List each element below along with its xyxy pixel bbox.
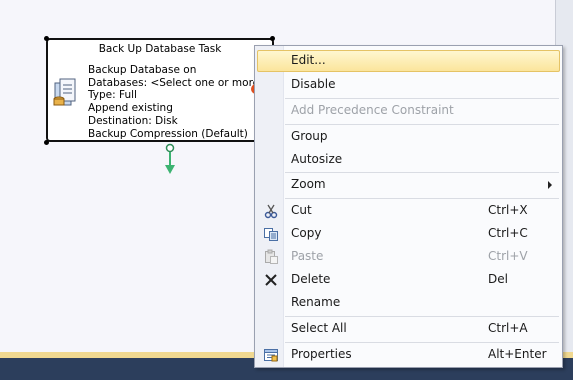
task-line: Append existing <box>88 102 173 115</box>
resize-handle-top-left[interactable] <box>44 36 49 41</box>
menu-separator <box>285 342 559 343</box>
task-line: Type: Full <box>88 89 137 102</box>
menu-item-label: Copy <box>291 226 322 240</box>
paste-icon <box>265 249 278 264</box>
menu-item-edit[interactable]: Edit... <box>257 50 560 72</box>
menu-item-shortcut: Del <box>488 272 508 286</box>
menu-item-label: Cut <box>291 203 312 217</box>
task-line: Backup Compression (Default) <box>88 127 248 140</box>
backup-task-icon <box>53 78 76 106</box>
menu-item-shortcut: Ctrl+X <box>488 203 528 217</box>
menu-item-label: Add Precedence Constraint <box>291 103 454 117</box>
submenu-arrow-icon <box>548 181 552 189</box>
menu-item-zoom[interactable]: Zoom <box>257 174 560 196</box>
task-title: Back Up Database Task <box>98 43 222 55</box>
scissors-icon <box>264 204 278 219</box>
context-menu: Edit... Disable Add Precedence Constrain… <box>254 45 563 368</box>
delete-x-icon <box>265 274 277 286</box>
task-line: Databases: <Select one or more> <box>88 76 268 89</box>
menu-item-label: Delete <box>291 272 331 286</box>
menu-item-label: Group <box>291 129 328 143</box>
menu-item-label: Autosize <box>291 152 343 166</box>
resize-handle-top-right[interactable] <box>270 36 275 41</box>
copy-icon <box>264 228 278 241</box>
menu-item-shortcut: Ctrl+A <box>488 321 528 335</box>
menu-item-label: Disable <box>291 77 336 91</box>
menu-item-shortcut: Ctrl+V <box>488 249 528 263</box>
menu-separator <box>285 316 559 317</box>
menu-item-select-all[interactable]: Select All Ctrl+A <box>257 318 560 340</box>
task-line: Destination: Disk <box>88 114 178 127</box>
menu-item-label: Rename <box>291 295 341 309</box>
task-line: Backup Database on <box>88 64 197 76</box>
menu-item-autosize[interactable]: Autosize <box>257 149 560 171</box>
menu-item-rename[interactable]: Rename <box>257 292 560 314</box>
resize-handle-bottom-left[interactable] <box>44 140 49 145</box>
properties-icon <box>264 349 278 362</box>
menu-item-add-precedence-constraint[interactable]: Add Precedence Constraint <box>257 100 560 122</box>
menu-item-disable[interactable]: Disable <box>257 74 560 96</box>
backup-database-task[interactable]: Back Up Database Task Backup Database on… <box>46 38 274 142</box>
menu-item-label: Zoom <box>291 177 326 191</box>
menu-item-shortcut: Alt+Enter <box>488 347 547 361</box>
menu-item-cut[interactable]: Cut Ctrl+X <box>257 200 560 222</box>
menu-item-group[interactable]: Group <box>257 126 560 148</box>
menu-item-copy[interactable]: Copy Ctrl+C <box>257 223 560 245</box>
menu-item-label: Edit... <box>291 53 326 67</box>
menu-item-label: Select All <box>291 321 347 335</box>
menu-item-paste[interactable]: Paste Ctrl+V <box>257 246 560 268</box>
menu-item-label: Paste <box>291 249 324 263</box>
menu-separator <box>285 198 559 199</box>
menu-item-label: Properties <box>291 347 352 361</box>
menu-item-delete[interactable]: Delete Del <box>257 269 560 291</box>
menu-item-properties[interactable]: Properties Alt+Enter <box>257 344 560 366</box>
menu-separator <box>285 98 559 99</box>
task-details: Backup Database on Databases: <Select on… <box>88 64 268 140</box>
menu-separator <box>285 172 559 173</box>
menu-item-shortcut: Ctrl+C <box>488 226 528 240</box>
precedence-connector-arrow[interactable] <box>164 143 176 175</box>
menu-separator <box>285 124 559 125</box>
